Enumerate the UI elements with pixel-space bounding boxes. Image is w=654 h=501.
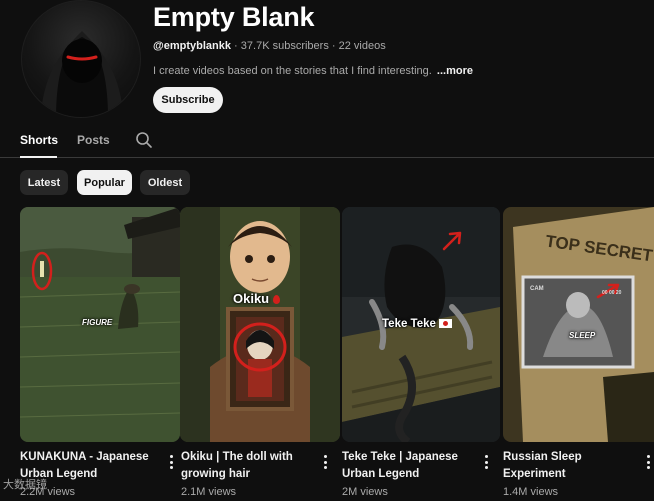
boy-with-doll-scene-image: [180, 207, 340, 442]
short-title[interactable]: Teke Teke | Japanese Urban Legend: [342, 449, 474, 483]
japan-flag-icon: [439, 319, 453, 328]
channel-meta: @emptyblankk · 37.7K subscribers · 22 vi…: [153, 40, 386, 52]
short-views: 2M views: [342, 486, 388, 498]
more-vert-icon[interactable]: [643, 453, 653, 471]
short-views: 1.4M views: [503, 486, 559, 498]
more-link[interactable]: ...more: [437, 65, 473, 77]
meta-separator: ·: [234, 40, 238, 52]
short-title[interactable]: Russian Sleep Experiment: [503, 449, 635, 483]
overlay-teke-text: Teke Teke: [382, 318, 436, 330]
subscriber-count: 37.7K subscribers: [240, 40, 329, 52]
thumbnail-overlay-subtext: SLEEP: [569, 331, 596, 340]
tab-posts[interactable]: Posts: [77, 133, 110, 147]
channel-name: Empty Blank: [153, 2, 315, 32]
more-vert-icon[interactable]: [320, 453, 330, 471]
subscribe-button[interactable]: Subscribe: [153, 87, 223, 113]
more-vert-icon[interactable]: [481, 453, 491, 471]
short-views: 2.1M views: [181, 486, 237, 498]
channel-description[interactable]: I create videos based on the stories tha…: [153, 65, 473, 77]
tab-shorts[interactable]: Shorts: [20, 133, 58, 147]
short-thumbnail[interactable]: FIGURE: [20, 207, 180, 442]
cam-label: CAM: [530, 286, 544, 292]
thumbnail-overlay-text: Okiku: [233, 291, 280, 306]
short-thumbnail[interactable]: Teke Teke: [342, 207, 500, 442]
short-thumbnail[interactable]: Okiku: [180, 207, 340, 442]
more-vert-icon[interactable]: [166, 453, 176, 471]
description-text: I create videos based on the stories tha…: [153, 65, 432, 77]
meta-separator: ·: [331, 40, 336, 52]
video-count: 22 videos: [338, 40, 386, 52]
filter-latest[interactable]: Latest: [20, 170, 68, 195]
thumbnail-overlay-text: Teke Teke: [382, 318, 453, 330]
active-tab-indicator: [20, 156, 57, 158]
search-icon[interactable]: [135, 131, 153, 149]
thumbnail-overlay-text: FIGURE: [82, 318, 113, 327]
cam-timestamp: 00 00 20: [602, 290, 622, 296]
blood-drop-icon: [272, 295, 280, 304]
short-title[interactable]: Okiku | The doll with growing hair: [181, 449, 313, 483]
channel-avatar[interactable]: [21, 0, 141, 118]
filter-oldest[interactable]: Oldest: [140, 170, 190, 195]
filter-popular[interactable]: Popular: [77, 170, 132, 195]
overlay-okiku-text: Okiku: [233, 291, 270, 306]
short-thumbnail[interactable]: TOP SECRET CAM 00 00 20 SLEEP: [503, 207, 654, 442]
watermark-text: 大数据镜: [3, 479, 47, 491]
hooded-figure-icon: [40, 31, 124, 117]
channel-handle: @emptyblankk: [153, 40, 231, 52]
channel-tabs: Shorts Posts: [0, 124, 654, 158]
